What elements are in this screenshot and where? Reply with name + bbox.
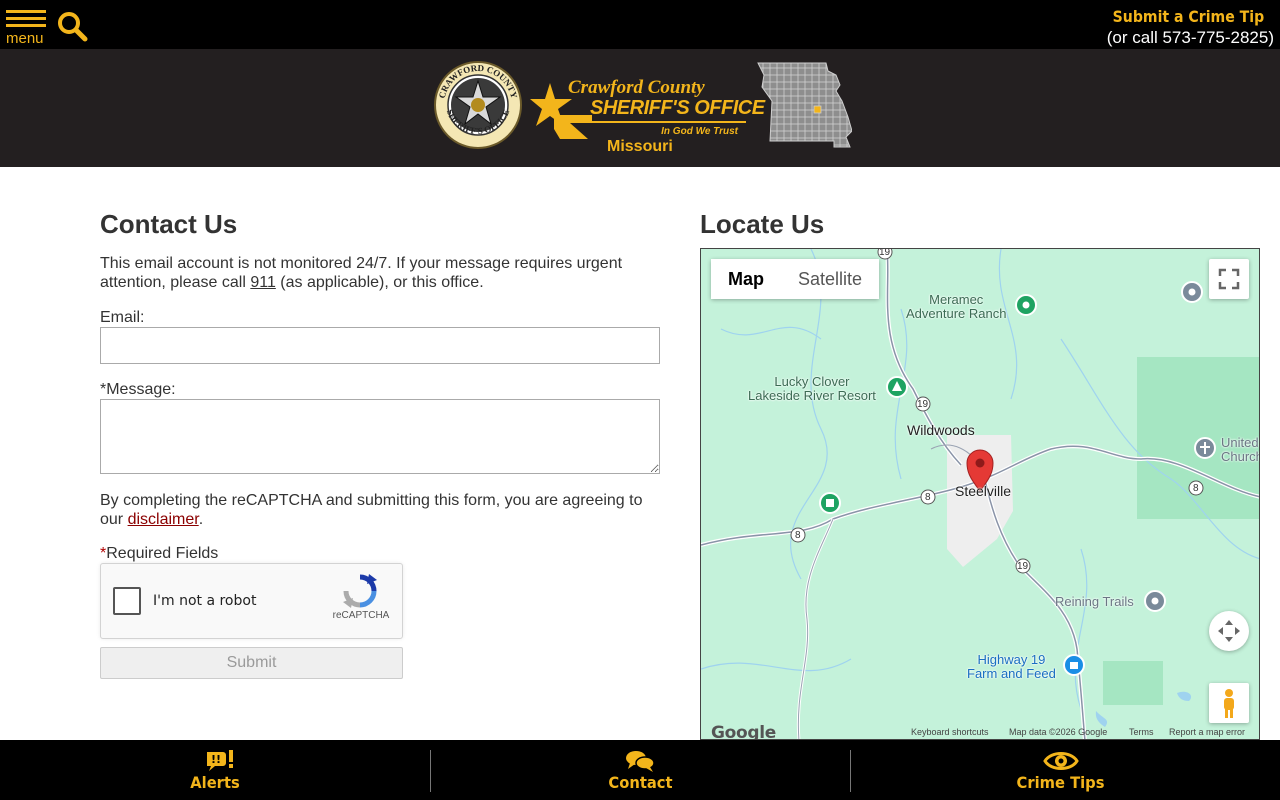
report-map-error-link[interactable]: Report a map error [1169, 727, 1245, 737]
recaptcha-widget: I'm not a robot reCAPTCHA [100, 563, 403, 639]
map-tab[interactable]: Map [711, 259, 781, 299]
nav-crime-tips[interactable]: Crime Tips [851, 740, 1270, 800]
sheriff-seal-logo: CRAWFORD COUNTY SHERIFF'S OFFICE [434, 61, 522, 149]
submit-crime-tip-link[interactable]: Submit a Crime Tip [1112, 7, 1264, 26]
nav-contact-label: Contact [608, 773, 673, 792]
hamburger-icon-bar [6, 17, 46, 20]
brand-rule [590, 121, 746, 123]
recaptcha-icon [343, 574, 377, 608]
camera-control-button[interactable] [1209, 611, 1249, 651]
contact-notice: This email account is not monitored 24/7… [100, 254, 660, 292]
hamburger-icon-bar [6, 24, 46, 27]
emergency-911-link[interactable]: 911 [250, 274, 276, 291]
recaptcha-brand: reCAPTCHA [332, 610, 390, 621]
tip-phone-number[interactable]: (or call 573-775-2825) [1107, 28, 1274, 48]
route-19-label: 19 [917, 399, 929, 410]
nav-alerts-label: Alerts [190, 773, 240, 792]
route-8-label: 8 [1193, 483, 1199, 494]
hamburger-icon [6, 10, 46, 13]
locate-title: Locate Us [700, 209, 825, 239]
required-fields-note: *Required Fields [100, 545, 218, 563]
disclaimer-link[interactable]: disclaimer [128, 511, 199, 528]
map-data-text: Map data ©2026 Google [1009, 727, 1108, 737]
top-bar: menu Submit a Crime Tip (or call 573-775… [0, 0, 1280, 49]
route-19-label: 19 [1017, 561, 1029, 572]
menu-label: menu [6, 30, 44, 47]
nav-crime-tips-label: Crime Tips [1016, 773, 1105, 792]
alert-bubble-icon: !! [207, 750, 233, 771]
satellite-tab[interactable]: Satellite [781, 259, 880, 299]
nav-alerts[interactable]: !! Alerts [0, 740, 430, 800]
brand-line-county: Crawford County [568, 77, 705, 98]
fullscreen-button[interactable] [1209, 259, 1249, 299]
required-text: Required Fields [106, 545, 219, 562]
highway19-feed-label[interactable]: Highway 19 Farm and Feed [967, 653, 1056, 681]
brand-state: Missouri [607, 138, 673, 155]
fullscreen-icon [1218, 268, 1240, 290]
route-8-label: 8 [795, 530, 801, 541]
recaptcha-label: I'm not a robot [153, 593, 257, 609]
search-icon [58, 12, 88, 42]
map-type-control: Map Satellite [711, 259, 880, 299]
svg-text:!!: !! [211, 753, 221, 766]
street-view-button[interactable] [1209, 683, 1249, 723]
brand-line-office: SHERIFF'S OFFICE [590, 97, 765, 119]
agreement-text-end: . [198, 511, 204, 528]
submit-button[interactable]: Submit [100, 647, 403, 679]
locate-section: Locate Us [700, 208, 1260, 240]
reining-trails-label[interactable]: Reining Trails [1055, 595, 1134, 609]
united-church-label[interactable]: United Church [1221, 436, 1259, 464]
contact-section: Contact Us This email account is not mon… [100, 208, 660, 679]
message-label: *Message: [100, 381, 176, 398]
email-label: Email: [100, 309, 145, 326]
email-field[interactable] [100, 327, 660, 364]
contact-title: Contact Us [100, 209, 238, 239]
menu-button[interactable]: menu [6, 10, 48, 48]
chat-bubbles-icon [626, 751, 655, 772]
keyboard-shortcuts-link[interactable]: Keyboard shortcuts [911, 727, 989, 737]
recaptcha-checkbox[interactable] [113, 587, 141, 615]
pan-arrows-icon [1218, 620, 1240, 642]
route-19-label: 19 [879, 248, 891, 258]
lucky-clover-label[interactable]: Lucky Clover Lakeside River Resort [748, 375, 876, 403]
steelville-label: Steelville [955, 483, 1012, 499]
route-8-label: 8 [925, 492, 931, 503]
brand-motto: In God We Trust [661, 126, 738, 137]
missouri-county-map [757, 62, 852, 148]
message-field[interactable] [100, 399, 660, 474]
pegman-icon [1224, 689, 1234, 718]
search-button[interactable] [56, 10, 88, 42]
map-footer: Keyboard shortcuts Map data ©2026 Google… [701, 727, 1259, 739]
terms-link[interactable]: Terms [1129, 727, 1154, 737]
nav-contact[interactable]: Contact [431, 740, 850, 800]
header-banner: CRAWFORD COUNTY SHERIFF'S OFFICE Crawfor… [0, 49, 1280, 167]
eye-icon [1043, 752, 1079, 770]
notice-text-end: (as applicable), or this office. [275, 274, 484, 291]
agreement-text: By completing the reCAPTCHA and submitti… [100, 491, 660, 529]
wildwoods-label: Wildwoods [907, 422, 975, 438]
bottom-nav: !! Alerts Contact Crime Tips [0, 740, 1280, 800]
google-map[interactable]: 19 19 8 8 19 8 Meramec Adventure Ranch L… [700, 248, 1260, 740]
meramec-label[interactable]: Meramec Adventure Ranch [906, 293, 1006, 321]
